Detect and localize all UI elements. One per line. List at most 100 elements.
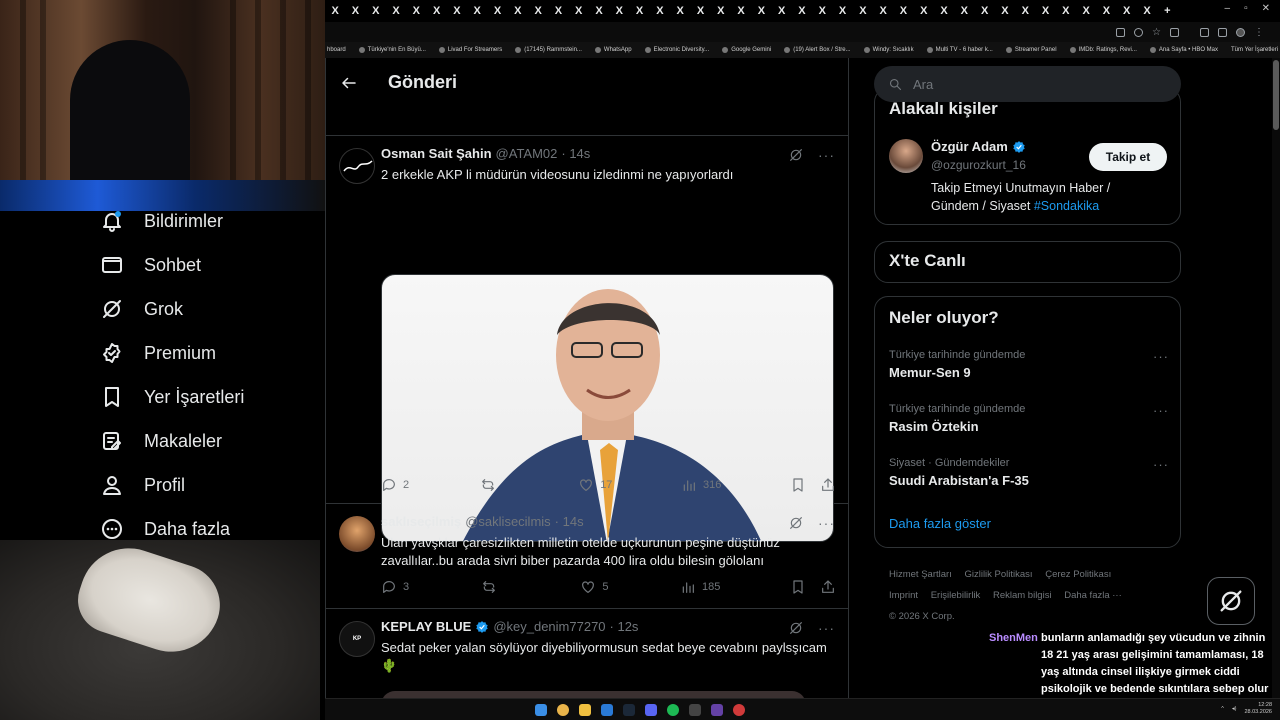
reply-button[interactable]: 2 — [381, 477, 411, 493]
app-icon[interactable] — [733, 704, 745, 716]
tab-close-button[interactable]: X — [975, 5, 995, 17]
maximize-button[interactable]: ▫ — [1244, 3, 1248, 14]
author-handle[interactable]: @key_denim77270 — [493, 619, 605, 634]
more-icon[interactable]: ··· — [1153, 457, 1169, 472]
search-input[interactable]: Ara — [874, 66, 1181, 102]
more-icon[interactable]: ··· — [1153, 403, 1169, 418]
tab-close-button[interactable]: X — [569, 5, 589, 17]
tab-close-button[interactable]: X — [426, 5, 446, 17]
avatar[interactable]: KP — [339, 621, 375, 657]
live-card[interactable]: X'te Canlı — [874, 241, 1181, 283]
like-button[interactable]: 17 — [578, 477, 612, 493]
trend-item[interactable]: Türkiye tarihinde gündemde Rasim Öztekin… — [889, 403, 1169, 434]
timestamp[interactable]: · 12s — [610, 619, 639, 634]
nav-more[interactable]: Daha fazla — [100, 515, 230, 543]
footer-link[interactable]: Gizlilik Politikası — [964, 569, 1032, 580]
tab-close-button[interactable]: X — [731, 5, 751, 17]
avatar[interactable] — [339, 516, 375, 552]
tab-close-button[interactable]: X — [832, 5, 852, 17]
tab-close-button[interactable]: X — [589, 5, 609, 17]
grok-floating-button[interactable] — [1207, 577, 1255, 625]
bookmark-item[interactable]: Ana Sayfa • HBO Max — [1149, 47, 1218, 53]
tab-close-button[interactable]: X — [528, 5, 548, 17]
bookmark-item[interactable]: Multi TV - 6 haber k... — [926, 47, 993, 53]
tab-close-button[interactable]: X — [772, 5, 792, 17]
avatar[interactable] — [339, 148, 375, 184]
discord-icon[interactable] — [645, 704, 657, 716]
bookmark-icon[interactable] — [790, 579, 806, 595]
tab-close-button[interactable]: X — [812, 5, 832, 17]
footer-link[interactable]: Reklam bilgisi — [993, 590, 1052, 601]
extensions-icon[interactable] — [1170, 27, 1179, 37]
nav-profile[interactable]: Profil — [100, 471, 185, 499]
grok-explain-icon[interactable] — [788, 147, 804, 163]
star-icon[interactable]: ☆ — [1152, 27, 1161, 38]
tab-close-button[interactable]: X — [690, 5, 710, 17]
menu-icon[interactable]: ⋮ — [1254, 27, 1264, 38]
nav-notifications[interactable]: Bildirimler — [100, 207, 223, 235]
repost-button[interactable] — [480, 477, 510, 493]
trend-item[interactable]: Türkiye tarihinde gündemde Memur-Sen 9 ·… — [889, 349, 1169, 380]
author-name[interactable]: saklıseçilmiş — [381, 514, 461, 529]
more-icon[interactable]: ··· — [818, 147, 835, 163]
scrollbar-track[interactable] — [1272, 58, 1280, 698]
grok-explain-icon[interactable] — [788, 620, 804, 636]
bio-hashtag[interactable]: #Sondakika — [1034, 199, 1099, 213]
twitch-icon[interactable] — [711, 704, 723, 716]
tweet-image[interactable] — [381, 274, 834, 542]
spotify-icon[interactable] — [667, 704, 679, 716]
author-name[interactable]: KEPLAY BLUE — [381, 619, 471, 634]
footer-link[interactable]: Erişilebilirlik — [931, 590, 981, 601]
footer-link[interactable]: Çerez Politikası — [1045, 569, 1111, 580]
trend-item[interactable]: Siyaset · Gündemdekiler Suudi Arabistan'… — [889, 457, 1169, 488]
tab-close-button[interactable]: X — [386, 5, 406, 17]
more-icon[interactable]: ··· — [1153, 349, 1169, 364]
tab-close-button[interactable]: X — [1096, 5, 1116, 17]
tab-close-button[interactable]: X — [995, 5, 1015, 17]
footer-link[interactable]: Daha fazla ··· — [1064, 590, 1122, 601]
tray-volume-icon[interactable]: ◂) — [1232, 706, 1237, 712]
reply-button[interactable]: 3 — [381, 579, 411, 595]
avatar[interactable] — [889, 139, 923, 173]
tab-close-button[interactable]: X — [1015, 5, 1035, 17]
tab-close-button[interactable]: X — [893, 5, 913, 17]
bookmark-item[interactable]: (17145) Rammstein... — [515, 47, 582, 53]
nav-messages[interactable]: Sohbet — [100, 251, 201, 279]
bookmark-item[interactable]: WhatsApp — [594, 47, 632, 53]
tab-close-button[interactable]: X — [366, 5, 386, 17]
cast-icon[interactable] — [1116, 27, 1126, 37]
bookmark-item[interactable]: Google Gemini — [722, 47, 771, 53]
bookmark-item[interactable]: IMDb: Ratings, Revi... — [1069, 47, 1137, 53]
like-button[interactable]: 5 — [580, 579, 610, 595]
repost-button[interactable] — [481, 579, 511, 595]
all-bookmarks-button[interactable]: Tüm Yer İşaretleri — [1231, 47, 1280, 53]
nav-bookmarks[interactable]: Yer İşaretleri — [100, 383, 244, 411]
app-icon[interactable] — [601, 704, 613, 716]
bookmark-item[interactable]: Türkiye'nin En Büyü... — [358, 47, 426, 53]
tab-close-button[interactable]: X — [487, 5, 507, 17]
suggested-user[interactable]: Özgür Adam — [931, 139, 1026, 154]
tab-close-button[interactable]: X — [325, 5, 345, 17]
tab-close-button[interactable]: X — [934, 5, 954, 17]
bookmark-item[interactable]: Electronic Diversity... — [644, 47, 709, 53]
scrollbar-thumb[interactable] — [1273, 60, 1279, 130]
steam-icon[interactable] — [623, 704, 635, 716]
tweet-1[interactable]: Osman Sait Şahin @ATAM02 · 14s ··· 2 erk… — [326, 136, 848, 542]
profile-icon[interactable] — [1236, 27, 1245, 37]
bookmark-item[interactable]: Streamer Panel — [1005, 47, 1057, 53]
tab-close-button[interactable]: X — [711, 5, 731, 17]
tray-clock[interactable]: 12:28 28.03.2026 — [1244, 702, 1272, 716]
grok-explain-icon[interactable] — [788, 515, 804, 531]
nav-grok[interactable]: Grok — [100, 295, 183, 323]
tab-close-button[interactable]: X — [447, 5, 467, 17]
tab-close-button[interactable]: X — [548, 5, 568, 17]
tab-close-button[interactable]: X — [914, 5, 934, 17]
back-arrow-icon[interactable] — [340, 74, 358, 92]
tab-close-button[interactable]: X — [853, 5, 873, 17]
tab-close-button[interactable]: X — [629, 5, 649, 17]
split-view-icon[interactable] — [1218, 27, 1227, 37]
footer-link[interactable]: Imprint — [889, 590, 918, 601]
author-name[interactable]: Osman Sait Şahin — [381, 146, 492, 161]
app-icon[interactable] — [689, 704, 701, 716]
bookmark-item[interactable]: (19) Alert Box / Stre... — [784, 47, 851, 53]
